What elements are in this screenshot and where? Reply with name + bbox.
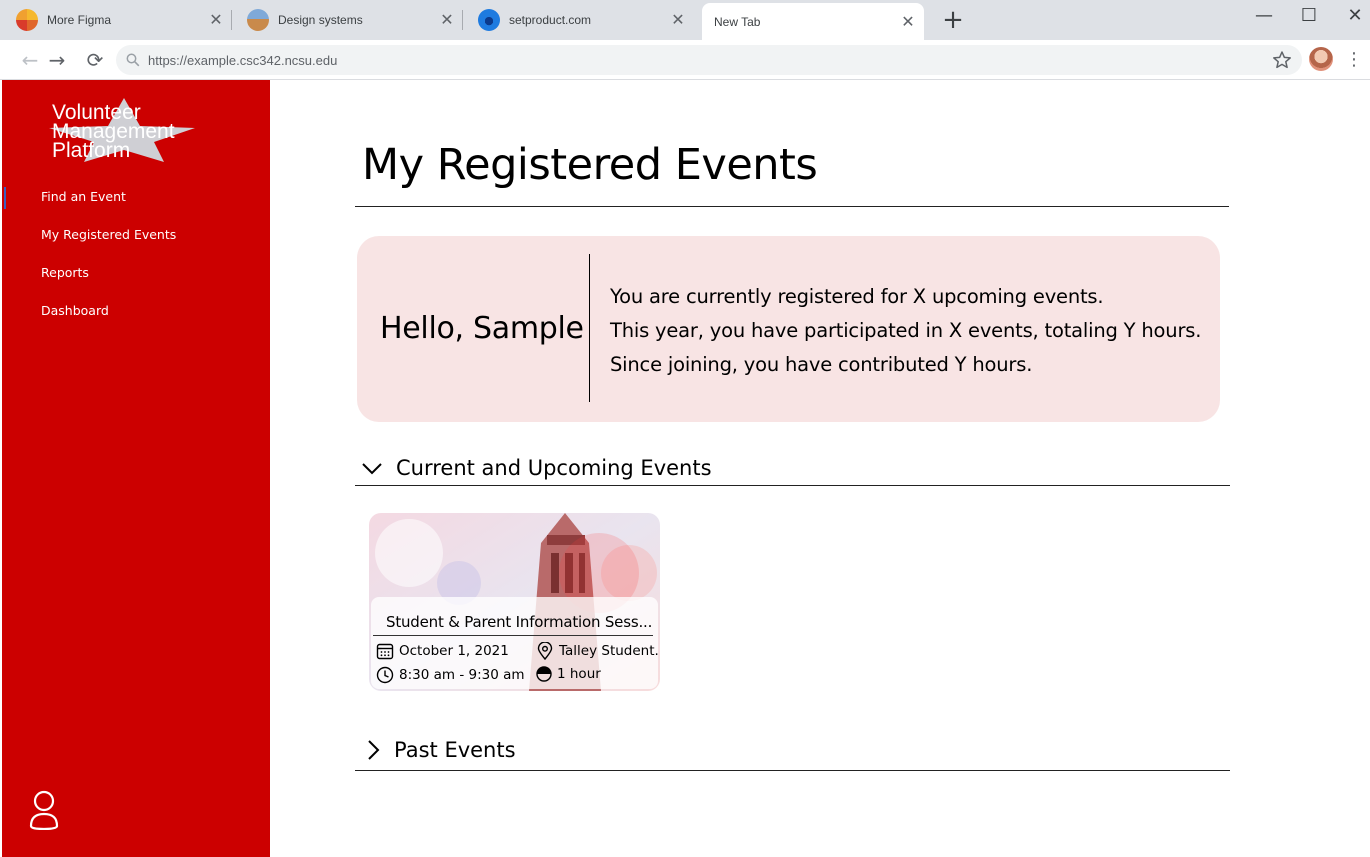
url-text: https://example.csc342.ncsu.edu [148, 52, 338, 68]
maximize-icon[interactable]: ☐ [1294, 4, 1324, 28]
landscape-favicon-icon [247, 9, 269, 31]
tab-separator [231, 10, 232, 30]
sidebar-item-reports[interactable]: Reports [41, 265, 89, 280]
section-past-toggle[interactable]: Past Events [366, 738, 516, 762]
title-divider [355, 206, 1229, 207]
page-title: My Registered Events [362, 140, 818, 190]
tab-close-icon[interactable]: ✕ [670, 10, 686, 30]
browser-tab-active[interactable]: New Tab ✕ [702, 3, 924, 40]
new-tab-button[interactable]: + [940, 6, 966, 34]
section-past-label: Past Events [394, 738, 516, 762]
tab-title: New Tab [714, 14, 761, 29]
chevron-right-icon [368, 740, 380, 760]
summary-line: Since joining, you have contributed Y ho… [610, 353, 1033, 376]
search-icon [126, 53, 140, 67]
section-divider [355, 485, 1230, 486]
duration-icon [536, 666, 552, 682]
location-pin-icon [537, 642, 553, 660]
greeting-text: Hello, Sample [380, 311, 584, 346]
event-duration-text: 1 hour [557, 666, 601, 682]
back-arrow-icon[interactable]: ← [18, 48, 42, 72]
summary-stats: You are currently registered for X upcom… [610, 280, 1201, 382]
reload-icon[interactable]: ⟳ [83, 48, 107, 72]
chevron-down-icon [362, 463, 382, 475]
event-time: 8:30 am - 9:30 am [376, 666, 525, 684]
summary-line: This year, you have participated in X ev… [610, 319, 1202, 342]
figma-favicon-icon [16, 9, 38, 31]
app-logo[interactable]: Volunteer Management Platform [46, 96, 206, 166]
bookmark-star-icon[interactable] [1272, 50, 1292, 70]
sidebar-item-dashboard[interactable]: Dashboard [41, 303, 109, 318]
clock-icon [376, 666, 394, 684]
tab-close-icon[interactable]: ✕ [900, 12, 916, 32]
tab-separator [462, 10, 463, 30]
event-card[interactable]: Student & Parent Information Sess... Oct… [369, 513, 660, 691]
browser-tab[interactable]: More Figma ✕ [16, 0, 224, 40]
forward-arrow-icon[interactable]: → [45, 48, 69, 72]
sidebar-item-my-registered-events[interactable]: My Registered Events [41, 227, 176, 242]
event-date-text: October 1, 2021 [399, 643, 509, 659]
browser-tab-strip: More Figma ✕ Design systems ✕ setproduct… [0, 0, 1370, 40]
summary-card: Hello, Sample You are currently register… [357, 236, 1220, 422]
summary-divider [589, 254, 590, 402]
sidebar-item-find-event[interactable]: Find an Event [41, 189, 126, 204]
browser-tab[interactable]: Design systems ✕ [247, 0, 455, 40]
user-profile-icon[interactable] [26, 790, 62, 830]
event-date: October 1, 2021 [376, 642, 509, 660]
tab-close-icon[interactable]: ✕ [208, 10, 224, 30]
browser-tab[interactable]: setproduct.com ✕ [478, 0, 686, 40]
browser-toolbar: ← → ⟳ https://example.csc342.ncsu.edu ⋮ [0, 40, 1370, 80]
tab-title: Design systems [278, 13, 363, 27]
event-duration: 1 hour [536, 666, 601, 682]
minimize-icon[interactable]: — [1249, 4, 1279, 28]
logo-text: Volunteer Management Platform [52, 101, 175, 162]
event-title-divider [373, 635, 653, 636]
section-upcoming-label: Current and Upcoming Events [396, 456, 712, 480]
sidebar: Volunteer Management Platform Find an Ev… [2, 80, 270, 857]
browser-menu-icon[interactable]: ⋮ [1344, 48, 1364, 72]
event-location: Talley Student... [536, 642, 660, 660]
event-location-text: Talley Student... [559, 643, 660, 659]
tab-title: More Figma [47, 13, 112, 27]
tab-close-icon[interactable]: ✕ [439, 10, 455, 30]
calendar-icon [376, 643, 394, 660]
section-upcoming-toggle[interactable]: Current and Upcoming Events [362, 456, 712, 480]
section-divider [355, 770, 1230, 771]
summary-line: You are currently registered for X upcom… [610, 285, 1104, 308]
active-nav-indicator [4, 187, 6, 209]
address-bar[interactable]: https://example.csc342.ncsu.edu [116, 45, 1302, 75]
profile-avatar[interactable] [1309, 47, 1333, 71]
event-time-text: 8:30 am - 9:30 am [399, 667, 525, 683]
event-title: Student & Parent Information Sess... [386, 613, 653, 631]
event-info-panel: Student & Parent Information Sess... Oct… [371, 597, 660, 689]
window-close-icon[interactable]: ✕ [1340, 4, 1370, 28]
setproduct-favicon-icon [478, 9, 500, 31]
tab-title: setproduct.com [509, 13, 592, 27]
